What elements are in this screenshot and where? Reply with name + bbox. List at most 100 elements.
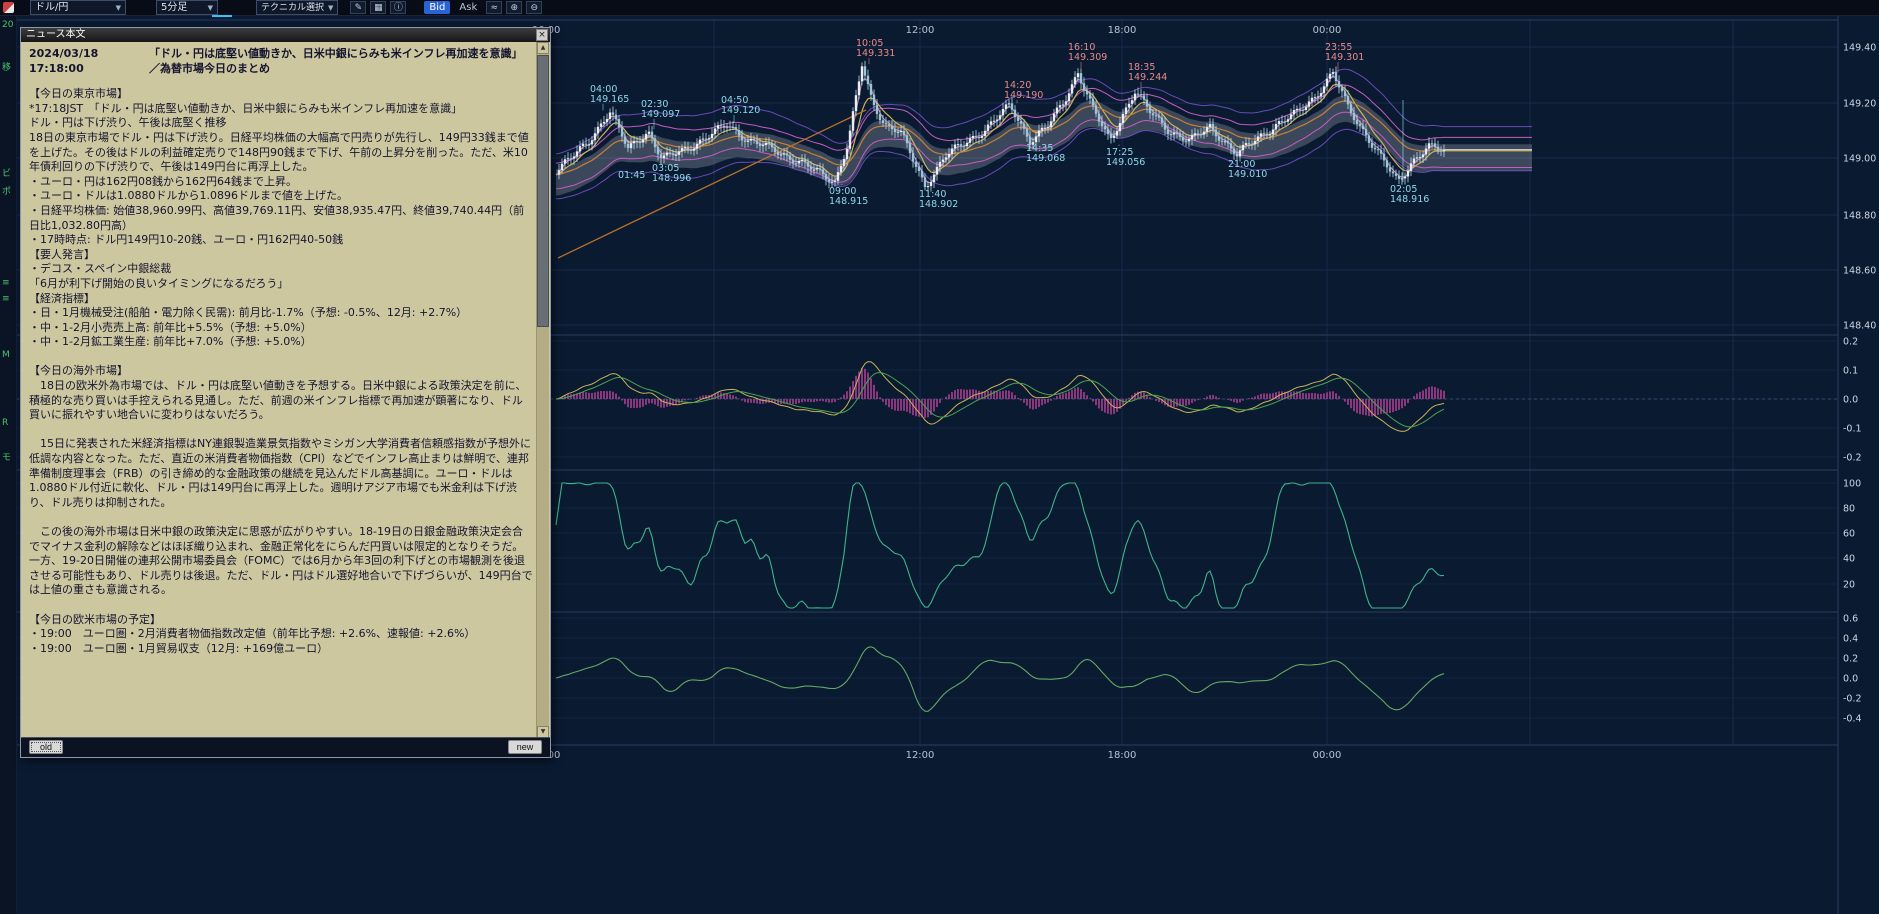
rail-item[interactable]: ビ xyxy=(2,166,11,179)
news-window: ニュース本文 × 2024/03/18 17:18:00 「ドル・円は底堅い値動… xyxy=(20,27,551,758)
news-paragraph: *17:18JST 「ドル・円は底堅い値動きか、日米中銀にらみも米インフレ再加速… xyxy=(29,102,533,117)
svg-text:18:00: 18:00 xyxy=(1108,750,1137,761)
news-scrollbar[interactable]: ▲ ▼ xyxy=(536,42,549,738)
news-paragraph: 【要人発言】 xyxy=(29,248,533,263)
svg-text:149.331: 149.331 xyxy=(856,48,895,59)
timeframe-select-value: 5分足 xyxy=(161,2,187,14)
technical-select-label: テクニカル選択 xyxy=(261,2,324,14)
svg-text:-0.1: -0.1 xyxy=(1843,424,1862,435)
svg-text:00:00: 00:00 xyxy=(1313,750,1342,761)
scroll-up-icon[interactable]: ▲ xyxy=(537,42,549,54)
svg-text:148.916: 148.916 xyxy=(1390,194,1429,205)
svg-text:0.0: 0.0 xyxy=(1843,395,1858,406)
news-paragraph: 【今日の欧米市場の予定】 xyxy=(29,613,533,628)
svg-text:149.097: 149.097 xyxy=(641,109,680,120)
news-paragraph xyxy=(29,598,533,613)
news-paragraph: ・中・1-2月小売売上高: 前年比+5.5%（予想: +5.0%） xyxy=(29,321,533,336)
news-paragraph xyxy=(29,423,533,438)
svg-text:148.915: 148.915 xyxy=(829,196,868,207)
svg-text:0.0: 0.0 xyxy=(1843,674,1858,685)
news-paragraph: 【経済指標】 xyxy=(29,292,533,307)
news-paragraph: 「6月が利下げ開始の良いタイミングになるだろう」 xyxy=(29,277,533,292)
news-paragraph: 【今日の東京市場】 xyxy=(29,87,533,102)
rail-item[interactable]: ポ xyxy=(2,184,11,197)
svg-text:01:45: 01:45 xyxy=(618,170,645,181)
news-paragraph xyxy=(29,350,533,365)
svg-text:149.056: 149.056 xyxy=(1106,157,1145,168)
news-paragraph: ・ユーロ・円は162円08銭から162円64銭まで上昇。 xyxy=(29,175,533,190)
news-headline: 2024/03/18 17:18:00 「ドル・円は底堅い値動きか、日米中銀にら… xyxy=(29,47,533,76)
news-titlebar[interactable]: ニュース本文 × xyxy=(21,28,550,42)
news-paragraph: ・日・1月機械受注(船舶・電力除く民需): 前月比-1.7%（予想: -0.5%… xyxy=(29,306,533,321)
close-icon[interactable]: × xyxy=(536,29,548,41)
rail-item[interactable]: 移 xyxy=(2,60,11,73)
svg-text:149.20: 149.20 xyxy=(1843,99,1876,110)
svg-text:0.4: 0.4 xyxy=(1843,634,1858,645)
svg-text:149.309: 149.309 xyxy=(1068,52,1107,63)
news-paragraph: ドル・円は下げ渋り、午後は底堅く推移 xyxy=(29,116,533,131)
news-paragraph: 【今日の海外市場】 xyxy=(29,364,533,379)
svg-text:149.00: 149.00 xyxy=(1843,154,1876,165)
chevron-down-icon: ▼ xyxy=(208,2,213,14)
news-paragraph: ・19:00 ユーロ圏・1月貿易収支（12月: +169億ユーロ） xyxy=(29,642,533,657)
ask-button[interactable]: Ask xyxy=(454,1,482,14)
svg-text:149.068: 149.068 xyxy=(1026,153,1065,164)
active-tab-indicator xyxy=(212,15,232,17)
svg-text:40: 40 xyxy=(1843,554,1855,565)
svg-text:-0.4: -0.4 xyxy=(1843,714,1862,725)
pair-select-value: ドル/円 xyxy=(35,2,68,14)
chevron-down-icon: ▼ xyxy=(328,2,333,14)
news-paragraph: ・日経平均株価: 始値38,960.99円、高値39,769.11円、安値38,… xyxy=(29,204,533,233)
news-paragraph xyxy=(29,510,533,525)
svg-text:149.010: 149.010 xyxy=(1228,169,1267,180)
chart-type-icon[interactable]: ▦ xyxy=(370,1,386,14)
rail-item[interactable]: 20 xyxy=(2,20,13,30)
scroll-thumb[interactable] xyxy=(537,55,549,327)
news-paragraph: ・ユーロ・ドルは1.0880ドルから1.0896ドルまで値を上げた。 xyxy=(29,189,533,204)
svg-text:149.301: 149.301 xyxy=(1325,52,1364,63)
news-timestamp: 2024/03/18 17:18:00 xyxy=(29,47,149,76)
svg-text:60: 60 xyxy=(1843,529,1855,540)
zoom-out-icon[interactable]: ⊖ xyxy=(526,1,542,14)
wave-tool-icon[interactable]: ≈ xyxy=(486,1,502,14)
svg-text:00:00: 00:00 xyxy=(1313,25,1342,36)
svg-text:149.190: 149.190 xyxy=(1004,90,1043,101)
svg-text:80: 80 xyxy=(1843,504,1855,515)
svg-text:149.40: 149.40 xyxy=(1843,43,1876,54)
rail-item[interactable]: ≡ xyxy=(2,278,10,288)
top-toolbar: ドル/円 ▼ 5分足 ▼ テクニカル選択 ▼ ✎ ▦ ⓘ Bid Ask ≈ ⊕… xyxy=(0,0,1879,16)
svg-text:0.1: 0.1 xyxy=(1843,366,1858,377)
rail-item[interactable]: R xyxy=(2,418,8,428)
old-button[interactable]: old xyxy=(29,740,63,754)
news-paragraph: 15日に発表された米経済指標はNY連銀製造業景気指数やミシガン大学消費者信頼感指… xyxy=(29,437,533,510)
news-title-label: ニュース本文 xyxy=(26,29,86,40)
svg-text:149.165: 149.165 xyxy=(590,94,629,105)
timeframe-select[interactable]: 5分足 ▼ xyxy=(156,0,218,15)
svg-text:149.244: 149.244 xyxy=(1128,72,1167,83)
zoom-in-icon[interactable]: ⊕ xyxy=(506,1,522,14)
svg-text:12:00: 12:00 xyxy=(906,750,935,761)
svg-text:148.80: 148.80 xyxy=(1843,211,1876,222)
rail-item[interactable]: モ xyxy=(2,450,11,463)
rail-item[interactable]: ≡ xyxy=(2,294,10,304)
news-paragraph: ・中・1-2月鉱工業生産: 前年比+7.0%（予想: +5.0%） xyxy=(29,335,533,350)
svg-text:0.2: 0.2 xyxy=(1843,337,1858,348)
svg-text:-0.2: -0.2 xyxy=(1843,453,1862,464)
svg-text:148.902: 148.902 xyxy=(919,199,958,210)
svg-text:0.2: 0.2 xyxy=(1843,654,1858,665)
rail-item[interactable]: M xyxy=(2,350,10,360)
news-paragraph: ・19:00 ユーロ圏・2月消費者物価指数改定値（前年比予想: +2.6%、速報… xyxy=(29,627,533,642)
chevron-down-icon: ▼ xyxy=(116,2,121,14)
svg-text:-0.2: -0.2 xyxy=(1843,694,1862,705)
svg-text:18:00: 18:00 xyxy=(1108,25,1137,36)
svg-text:20: 20 xyxy=(1843,580,1855,591)
technical-select[interactable]: テクニカル選択 ▼ xyxy=(256,0,338,15)
bid-button[interactable]: Bid xyxy=(424,1,450,14)
pair-select[interactable]: ドル/円 ▼ xyxy=(30,0,126,15)
draw-pencil-icon[interactable]: ✎ xyxy=(350,1,366,14)
info-icon[interactable]: ⓘ xyxy=(390,1,406,14)
svg-text:100: 100 xyxy=(1843,479,1861,490)
new-button[interactable]: new xyxy=(508,740,542,754)
news-paragraph: ・デコス・スペイン中銀総裁 xyxy=(29,262,533,277)
news-footer: old new xyxy=(21,737,550,757)
